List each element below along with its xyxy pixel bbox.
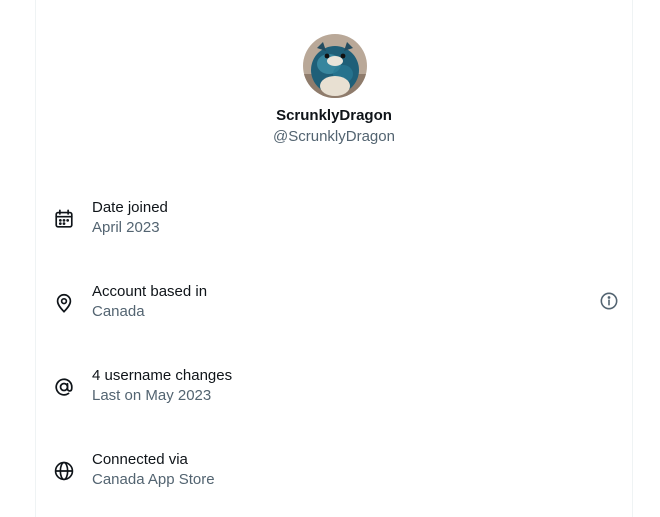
info-icon[interactable] [599,291,619,311]
detail-row-date-joined: Date joined April 2023 [36,199,632,239]
username-handle: @ScrunklyDragon [273,128,395,145]
detail-value: Canada App Store [92,471,215,488]
about-account-panel: ScrunklyDragon @ScrunklyDragon Date join… [35,0,633,517]
detail-value: Last on May 2023 [92,387,212,404]
detail-title: Account based in [92,283,208,300]
detail-title: Date joined [92,199,168,216]
at-sign-icon [53,376,75,398]
detail-row-connected-via: Connected via Canada App Store [36,451,632,491]
detail-row-account-based-in: Account based in Canada [36,283,632,323]
detail-value: April 2023 [92,219,160,236]
detail-row-username-changes: 4 username changes Last on May 2023 [36,367,632,407]
detail-value: Canada [92,303,145,320]
location-pin-icon [53,292,75,314]
avatar[interactable] [303,34,367,98]
detail-title: Connected via [92,451,188,468]
globe-icon [53,460,75,482]
calendar-icon [53,208,75,230]
detail-title: 4 username changes [92,367,233,384]
display-name: ScrunklyDragon [276,107,392,124]
